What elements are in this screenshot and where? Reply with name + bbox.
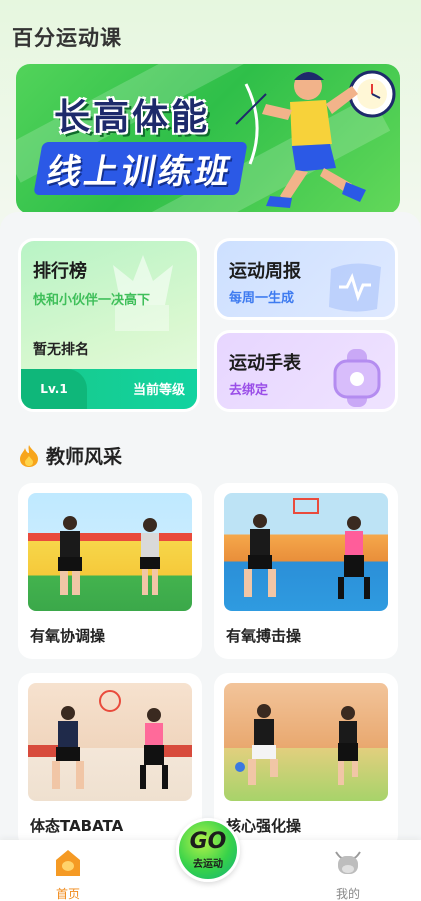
- banner-title-line2: 线上训练班: [33, 142, 248, 195]
- ranking-card[interactable]: 排行榜 快和小伙伴一决高下 暂无排名 Lv.1 当前等级: [18, 238, 200, 412]
- weekly-report-subtitle: 每周一生成: [229, 291, 295, 306]
- instructors-illustration: [244, 498, 370, 599]
- promo-banner[interactable]: 长高体能 线上训练班: [16, 64, 400, 214]
- go-button-label: 去运动: [193, 858, 223, 870]
- video-thumbnail: [28, 683, 192, 801]
- video-card[interactable]: 核心强化操: [214, 673, 398, 849]
- video-card[interactable]: 有氧搏击操: [214, 483, 398, 659]
- video-title: 有氧协调操: [30, 627, 106, 645]
- banner-title-line1: 长高体能: [54, 97, 211, 138]
- ranking-title: 排行榜: [33, 261, 87, 282]
- video-thumbnail: [28, 493, 192, 611]
- weekly-report-card[interactable]: 运动周报 每周一生成: [214, 238, 398, 320]
- nav-mine[interactable]: 我的: [318, 848, 378, 901]
- go-exercise-button[interactable]: GO 去运动: [176, 818, 240, 882]
- nav-mine-label: 我的: [335, 887, 360, 901]
- video-card[interactable]: 体态TABATA: [18, 673, 202, 849]
- app-title: 百分运动课: [12, 26, 122, 50]
- sports-watch-subtitle: 去绑定: [229, 383, 269, 398]
- ranking-status: 暂无排名: [33, 342, 89, 358]
- nav-home[interactable]: 首页: [38, 848, 98, 901]
- video-thumbnail: [224, 683, 388, 801]
- video-thumbnail: [224, 493, 388, 611]
- teacher-section-header: 教师风采: [18, 442, 122, 469]
- video-card[interactable]: 有氧协调操: [18, 483, 202, 659]
- weekly-report-title: 运动周报: [229, 261, 301, 282]
- home-icon: [56, 850, 80, 876]
- report-paper-icon: [329, 263, 381, 312]
- video-title: 核心强化操: [226, 817, 302, 835]
- level-label: 当前等级: [132, 383, 185, 398]
- video-title: 有氧搏击操: [226, 627, 302, 645]
- runner-illustration: [235, 70, 396, 208]
- instructors-illustration: [28, 690, 192, 789]
- instructors-illustration: [28, 516, 192, 595]
- watch-icon: [333, 349, 381, 407]
- ranking-subtitle: 快和小伙伴一决高下: [33, 293, 151, 308]
- cow-icon: [335, 851, 361, 874]
- nav-home-label: 首页: [55, 887, 80, 901]
- section-title: 教师风采: [46, 446, 123, 468]
- flame-icon: [20, 444, 38, 467]
- video-title: 体态TABATA: [30, 817, 124, 835]
- level-badge: Lv.1: [21, 369, 87, 409]
- sports-watch-card[interactable]: 运动手表 去绑定: [214, 330, 398, 412]
- instructors-illustration: [235, 704, 358, 785]
- go-button-text: GO: [189, 828, 227, 854]
- sports-watch-title: 运动手表: [229, 353, 301, 374]
